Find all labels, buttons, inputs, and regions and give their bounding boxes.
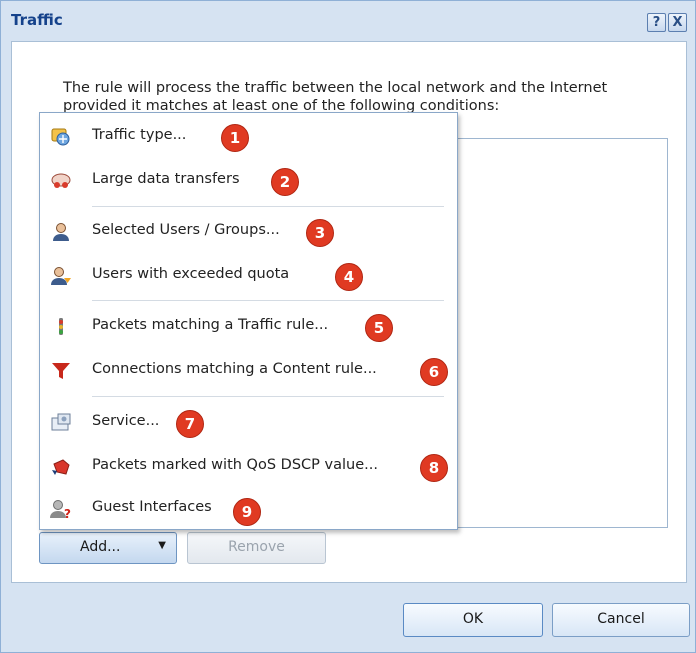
menu-item-label: Service... xyxy=(92,413,160,429)
menu-item-label: Selected Users / Groups... xyxy=(92,222,280,238)
menu-separator xyxy=(92,206,444,207)
cancel-button[interactable]: Cancel xyxy=(552,603,690,637)
menu-item-traffic-rule[interactable]: Packets matching a Traffic rule... 5 xyxy=(40,307,457,347)
menu-item-qos-dscp[interactable]: Packets marked with QoS DSCP value... 8 xyxy=(40,447,457,487)
callout-badge: 4 xyxy=(335,263,363,291)
quota-user-icon xyxy=(51,267,71,285)
menu-item-label: Guest Interfaces xyxy=(92,499,212,515)
callout-badge: 1 xyxy=(221,124,249,152)
menu-item-traffic-type[interactable]: Traffic type... 1 xyxy=(40,117,457,157)
qos-icon xyxy=(52,459,70,475)
dropdown-arrow-icon: ▼ xyxy=(158,540,166,551)
funnel-icon xyxy=(52,363,70,379)
callout-badge: 5 xyxy=(365,314,393,342)
traffic-dialog: Traffic ? X The rule will process the tr… xyxy=(0,0,696,653)
large-data-icon xyxy=(51,173,71,188)
traffic-type-icon xyxy=(51,128,70,146)
callout-badge: 8 xyxy=(420,454,448,482)
conditions-list[interactable] xyxy=(456,138,668,528)
add-condition-menu: Traffic type... 1 Large data transfers 2… xyxy=(39,112,458,530)
remove-button-label: Remove xyxy=(228,539,285,555)
menu-item-label: Users with exceeded quota xyxy=(92,266,290,282)
guest-icon: ? xyxy=(50,500,71,520)
menu-item-label: Packets matching a Traffic rule... xyxy=(92,317,329,333)
menu-item-label: Large data transfers xyxy=(92,171,240,187)
callout-badge: 3 xyxy=(306,219,334,247)
remove-button[interactable]: Remove xyxy=(187,532,326,564)
callout-badge: 7 xyxy=(176,410,204,438)
traffic-rule-icon xyxy=(59,318,63,335)
callout-badge: 9 xyxy=(233,498,261,526)
menu-item-guest-interfaces[interactable]: ? Guest Interfaces 9 xyxy=(40,489,457,529)
menu-item-label: Traffic type... xyxy=(92,127,187,143)
ok-button[interactable]: OK xyxy=(403,603,543,637)
users-icon xyxy=(53,223,69,241)
ok-button-label: OK xyxy=(462,611,484,627)
rule-description: The rule will process the traffic betwee… xyxy=(63,80,608,114)
service-icon xyxy=(51,413,71,431)
svg-text:?: ? xyxy=(64,507,71,520)
menu-item-content-rule[interactable]: Connections matching a Content rule... 6 xyxy=(40,351,457,391)
dialog-titlebar: Traffic ? X xyxy=(1,1,695,41)
add-button-label: Add... xyxy=(80,539,121,555)
menu-item-label: Connections matching a Content rule... xyxy=(92,361,377,377)
add-button[interactable]: Add... ▼ xyxy=(39,532,177,564)
menu-item-users-groups[interactable]: Selected Users / Groups... 3 xyxy=(40,212,457,252)
cancel-button-label: Cancel xyxy=(597,611,645,627)
menu-item-label: Packets marked with QoS DSCP value... xyxy=(92,457,378,473)
menu-separator xyxy=(92,396,444,397)
close-button[interactable]: X xyxy=(668,13,687,32)
menu-item-large-data[interactable]: Large data transfers 2 xyxy=(40,161,457,201)
menu-item-service[interactable]: Service... 7 xyxy=(40,403,457,443)
dialog-title: Traffic xyxy=(11,11,63,29)
help-button[interactable]: ? xyxy=(647,13,666,32)
menu-item-exceeded-quota[interactable]: Users with exceeded quota 4 xyxy=(40,256,457,296)
callout-badge: 2 xyxy=(271,168,299,196)
menu-separator xyxy=(92,300,444,301)
callout-badge: 6 xyxy=(420,358,448,386)
